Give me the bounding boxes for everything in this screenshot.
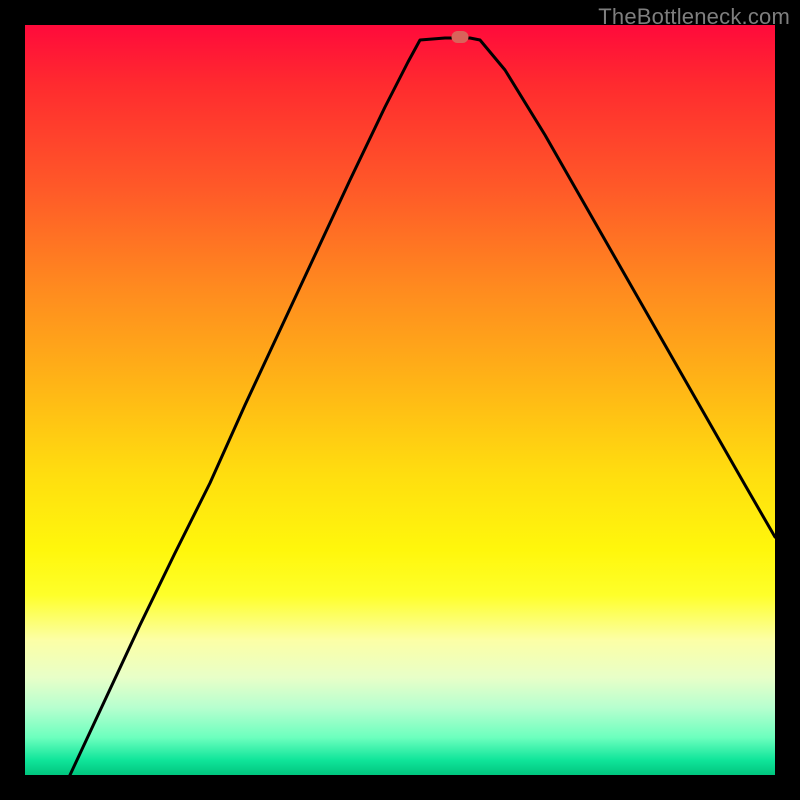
bottleneck-curve — [70, 38, 775, 775]
chart-frame: TheBottleneck.com — [0, 0, 800, 800]
watermark-text: TheBottleneck.com — [598, 4, 790, 30]
plot-area — [25, 25, 775, 775]
optimum-marker — [452, 31, 469, 43]
curve-svg — [25, 25, 775, 775]
